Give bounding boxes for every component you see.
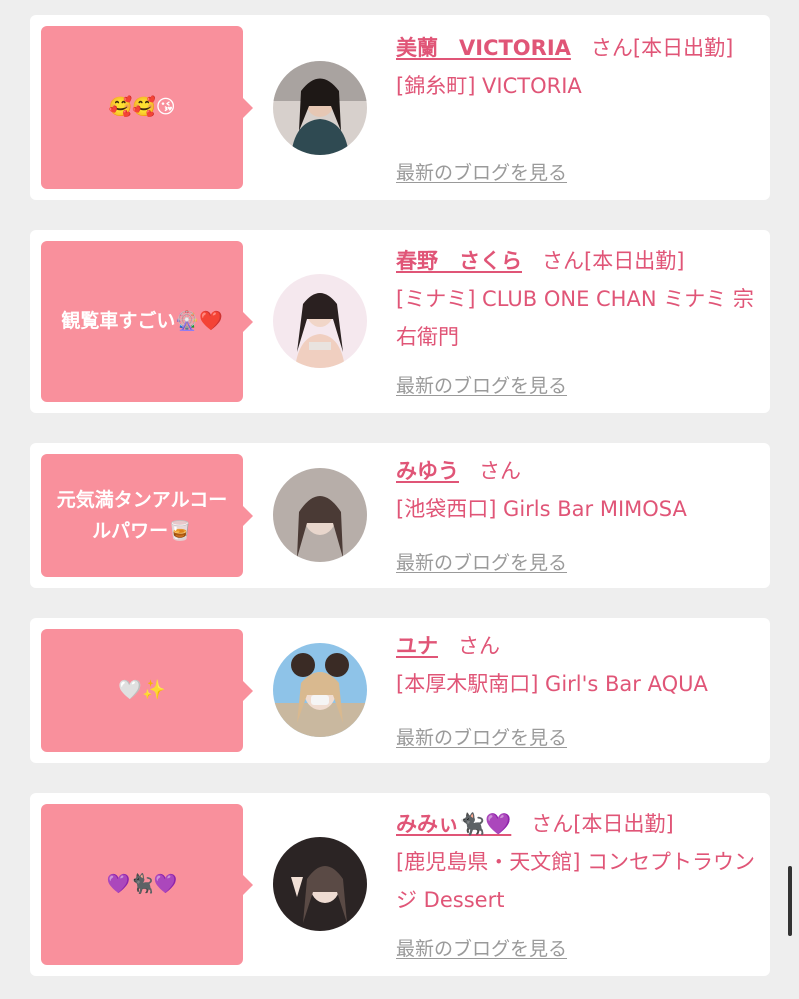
- cast-name-line: みみぃ🐈‍⬛💜 さん[本日出勤]: [396, 805, 766, 843]
- honorific: さん: [479, 459, 521, 483]
- message-bubble: 🥰🥰😘: [41, 26, 253, 189]
- shop-location: [錦糸町] VICTORIA: [396, 74, 582, 98]
- latest-blog-link[interactable]: 最新のブログを見る: [396, 934, 567, 961]
- message-text: 元気満タンアルコールパワー🥃: [56, 488, 228, 542]
- message-text: 🤍✨: [118, 679, 166, 701]
- cast-name-link[interactable]: みゆう: [396, 459, 459, 483]
- cast-info: ユナ さん [本厚木駅南口] Girl's Bar AQUA: [396, 627, 766, 703]
- cast-card: 🤍✨ ユナ さん [本厚木駅南口] Girl's Bar AQUA 最新のブログを…: [30, 618, 770, 763]
- shop-location: [鹿児島県・天文館] コンセプトラウンジ Dessert: [396, 850, 756, 912]
- message-bubble: 元気満タンアルコールパワー🥃: [41, 454, 253, 577]
- cast-name-line: みゆう さん: [396, 452, 766, 490]
- message-text: 💜🐈‍⬛💜: [106, 873, 178, 895]
- cast-name-line: 春野 さくら さん[本日出勤]: [396, 242, 766, 280]
- message-bubble: 観覧車すごい🎡❤️: [41, 241, 253, 402]
- cast-card: 観覧車すごい🎡❤️ 春野 さくら さん[本日出勤] [ミナミ] CLUB ONE …: [30, 230, 770, 413]
- message-bubble: 🤍✨: [41, 629, 253, 752]
- avatar[interactable]: [273, 837, 367, 931]
- cast-blog-list: 🥰🥰😘 美蘭 VICTORIA さん[本日出勤] [錦糸町] VICTORIA 最…: [0, 0, 799, 999]
- message-text: 🥰🥰😘: [108, 96, 176, 118]
- shop-location: [本厚木駅南口] Girl's Bar AQUA: [396, 672, 708, 696]
- honorific: さん: [590, 36, 633, 60]
- cast-name-line: 美蘭 VICTORIA さん[本日出勤]: [396, 29, 766, 67]
- avatar[interactable]: [273, 61, 367, 155]
- message-text: 観覧車すごい🎡❤️: [61, 310, 223, 332]
- latest-blog-link[interactable]: 最新のブログを見る: [396, 548, 567, 575]
- cast-name-link[interactable]: ユナ: [396, 634, 438, 658]
- cast-card: 🥰🥰😘 美蘭 VICTORIA さん[本日出勤] [錦糸町] VICTORIA 最…: [30, 15, 770, 200]
- honorific: さん: [542, 249, 584, 273]
- cast-card: 元気満タンアルコールパワー🥃 みゆう さん [池袋西口] Girls Bar MI…: [30, 443, 770, 588]
- avatar[interactable]: [273, 274, 367, 368]
- attendance-status: [本日出勤]: [632, 36, 734, 60]
- message-bubble: 💜🐈‍⬛💜: [41, 804, 253, 965]
- honorific: さん: [458, 634, 500, 658]
- scrollbar[interactable]: [788, 866, 792, 936]
- cast-name-line: ユナ さん: [396, 627, 766, 665]
- cast-name-link[interactable]: 春野 さくら: [396, 249, 522, 273]
- latest-blog-link[interactable]: 最新のブログを見る: [396, 723, 567, 750]
- shop-location: [池袋西口] Girls Bar MIMOSA: [396, 497, 687, 521]
- cast-info: みみぃ🐈‍⬛💜 さん[本日出勤] [鹿児島県・天文館] コンセプトラウンジ Des…: [396, 805, 766, 919]
- cast-info: 春野 さくら さん[本日出勤] [ミナミ] CLUB ONE CHAN ミナミ 宗…: [396, 242, 766, 356]
- avatar[interactable]: [273, 643, 367, 737]
- cast-name-link[interactable]: 美蘭 VICTORIA: [396, 36, 571, 60]
- attendance-status: [本日出勤]: [584, 249, 685, 273]
- honorific: さん: [531, 812, 574, 836]
- attendance-status: [本日出勤]: [573, 812, 674, 836]
- cast-info: 美蘭 VICTORIA さん[本日出勤] [錦糸町] VICTORIA: [396, 29, 766, 105]
- latest-blog-link[interactable]: 最新のブログを見る: [396, 371, 567, 398]
- avatar[interactable]: [273, 468, 367, 562]
- cast-name-link[interactable]: みみぃ🐈‍⬛💜: [396, 812, 511, 836]
- shop-location: [ミナミ] CLUB ONE CHAN ミナミ 宗右衛門: [396, 287, 754, 349]
- latest-blog-link[interactable]: 最新のブログを見る: [396, 158, 567, 185]
- cast-card: 💜🐈‍⬛💜 みみぃ🐈‍⬛💜 さん[本日出勤] [鹿児島県・天文館] コンセプトラウ…: [30, 793, 770, 976]
- cast-info: みゆう さん [池袋西口] Girls Bar MIMOSA: [396, 452, 766, 528]
